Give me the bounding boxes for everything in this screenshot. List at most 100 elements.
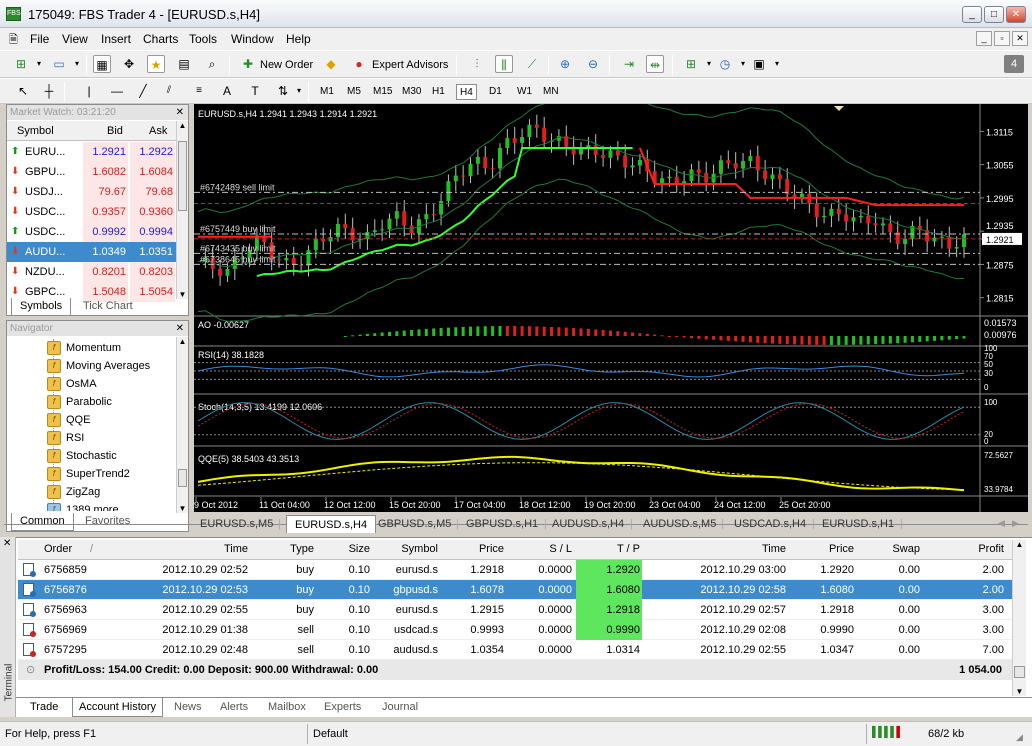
mdi-close-button[interactable]: ✕	[1012, 31, 1028, 46]
menu-tools[interactable]: Tools	[189, 32, 217, 46]
table-row[interactable]: 6756963 2012.10.29 02:55 buy 0.10 eurusd.s 1.…	[18, 600, 1024, 620]
col-symbol[interactable]: Symbol	[17, 121, 54, 141]
metaeditor-icon[interactable]: ◆	[322, 55, 340, 73]
chart-canvas[interactable]: #6742489 sell limit #6757449 buy limit #67…	[194, 94, 1028, 512]
timeframe-m1[interactable]: M1	[317, 84, 337, 100]
scroll-up-icon[interactable]: ▲	[177, 121, 188, 130]
navigator-icon[interactable]: ★	[147, 55, 165, 73]
expert-advisors-icon[interactable]: ●	[350, 55, 368, 73]
new-chart-dropdown-icon[interactable]: ▾	[30, 55, 48, 73]
tab-tick-chart[interactable]: Tick Chart	[75, 298, 141, 316]
col-header[interactable]: T / P	[617, 543, 640, 555]
chart-tab[interactable]: AUDUSD.s,M5	[643, 515, 716, 533]
menu-insert[interactable]: Insert	[101, 32, 131, 46]
chart-tab[interactable]: EURUSD.s,H1	[822, 515, 894, 533]
vertical-line-icon[interactable]: |	[80, 82, 98, 100]
tab-favorites[interactable]: Favorites	[77, 513, 138, 531]
market-watch-row[interactable]: ⬇ USDJ... 79.67 79.68	[7, 182, 177, 202]
col-header[interactable]: Symbol	[401, 543, 438, 555]
cursor-icon[interactable]: ↖	[14, 82, 32, 100]
table-row[interactable]: 6756969 2012.10.29 01:38 sell 0.10 usdcad.s 0…	[18, 620, 1024, 640]
table-row[interactable]: 6756859 2012.10.29 02:52 buy 0.10 eurusd.s 1.…	[18, 560, 1024, 580]
market-watch-icon[interactable]: ▦	[93, 55, 111, 73]
text-label-icon[interactable]: T	[246, 82, 264, 100]
zoom-in-icon[interactable]: ⊕	[556, 55, 574, 73]
close-icon[interactable]: ✕	[176, 321, 184, 336]
navigator-scrollbar[interactable]: ▲ ▼	[176, 337, 188, 513]
mdi-restore-button[interactable]: ▫	[994, 31, 1010, 46]
table-row[interactable]: 6756876 2012.10.29 02:53 buy 0.10 gbpusd.s 1.…	[18, 580, 1024, 600]
sort-icon[interactable]: /	[90, 543, 93, 555]
chart-tab[interactable]: AUDUSD.s,H4	[552, 515, 624, 533]
horizontal-line-icon[interactable]: —	[108, 82, 126, 100]
new-chart-icon[interactable]: ⊞	[12, 55, 30, 73]
market-watch-scrollbar[interactable]: ▲ ▼	[176, 121, 188, 299]
navigator-item[interactable]: f OsMA	[47, 375, 97, 393]
timeframe-w1[interactable]: W1	[514, 84, 535, 100]
line-chart-icon[interactable]: ⟋	[523, 55, 541, 73]
crosshair-icon[interactable]: ┼	[40, 82, 58, 100]
timeframe-h1[interactable]: H1	[429, 84, 448, 100]
bar-chart-icon[interactable]: ⫶	[468, 55, 486, 73]
col-ask[interactable]: Ask	[149, 121, 167, 141]
market-watch-row[interactable]: ⬇ NZDU... 0.8201 0.8203	[7, 262, 177, 282]
templates-icon[interactable]: ▣	[750, 55, 768, 73]
scroll-up-icon[interactable]: ▲	[177, 337, 188, 346]
profiles-icon[interactable]: ▭	[50, 55, 68, 73]
scroll-thumb[interactable]	[178, 141, 187, 211]
expert-advisors-button[interactable]: Expert Advisors	[372, 59, 448, 71]
notification-badge[interactable]: 4	[1004, 55, 1024, 73]
navigator-item[interactable]: f SuperTrend2	[47, 465, 130, 483]
col-header[interactable]: Type	[290, 543, 314, 555]
arrows-dropdown-icon[interactable]: ▾	[290, 82, 308, 100]
tab-scroll-left-icon[interactable]: ◀	[998, 518, 1005, 529]
trendline-icon[interactable]: ╱	[134, 82, 152, 100]
market-watch-row[interactable]: ⬆ USDC... 0.9992 0.9994	[7, 222, 177, 242]
chart-tab[interactable]: EURUSD.s,M5	[200, 515, 273, 533]
tab-news[interactable]: News	[174, 697, 202, 717]
col-header[interactable]: S / L	[549, 543, 572, 555]
col-header[interactable]: Profit	[978, 543, 1004, 555]
fibonacci-icon[interactable]: ≡	[190, 82, 208, 100]
menu-charts[interactable]: Charts	[143, 32, 178, 46]
col-header[interactable]: Price	[829, 543, 854, 555]
scroll-down-icon[interactable]: ▼	[1013, 687, 1026, 696]
close-icon[interactable]: ✕	[176, 105, 184, 120]
new-order-button[interactable]: New Order	[260, 59, 313, 71]
navigator-item[interactable]: f ZigZag	[47, 483, 100, 501]
terminal-close-icon[interactable]: ✕	[3, 538, 11, 549]
navigator-item[interactable]: f Parabolic	[47, 393, 112, 411]
menu-view[interactable]: View	[62, 32, 88, 46]
table-row[interactable]: 6757295 2012.10.29 02:48 sell 0.10 audusd.s 1…	[18, 640, 1024, 660]
col-header[interactable]: Order	[44, 543, 72, 555]
autoscroll-icon[interactable]: ⇥	[620, 55, 638, 73]
tab-experts[interactable]: Experts	[324, 697, 361, 717]
timeframe-m30[interactable]: M30	[399, 84, 424, 100]
navigator-item[interactable]: f QQE	[47, 411, 90, 429]
indicators-icon[interactable]: ⊞	[682, 55, 700, 73]
menu-window[interactable]: Window	[231, 32, 274, 46]
timeframe-m15[interactable]: M15	[370, 84, 395, 100]
scroll-thumb[interactable]	[178, 469, 187, 487]
tab-symbols[interactable]: Symbols	[11, 298, 72, 316]
market-watch-row[interactable]: ⬇ GBPU... 1.6082 1.6084	[7, 162, 177, 182]
market-watch-row[interactable]: ⬆ EURU... 1.2921 1.2922	[7, 142, 177, 162]
chart-tab[interactable]: USDCAD.s,H4	[734, 515, 806, 533]
timeframe-m5[interactable]: M5	[344, 84, 364, 100]
chart-tab[interactable]: EURUSD.s,H4	[286, 515, 377, 533]
timeframe-mn[interactable]: MN	[540, 84, 562, 100]
scroll-down-icon[interactable]: ▼	[177, 290, 188, 299]
templates-dropdown-icon[interactable]: ▾	[768, 55, 786, 73]
chart-tab[interactable]: GBPUSD.s,H1	[466, 515, 538, 533]
scroll-thumb[interactable]	[1014, 666, 1025, 678]
col-header[interactable]: Price	[479, 543, 504, 555]
text-tool-icon[interactable]: A	[218, 82, 236, 100]
tab-alerts[interactable]: Alerts	[220, 697, 248, 717]
market-watch-row[interactable]: ⬇ USDC... 0.9357 0.9360	[7, 202, 177, 222]
data-window-icon[interactable]: ✥	[120, 55, 138, 73]
minimize-button[interactable]: _	[962, 6, 982, 23]
tab-scroll-right-icon[interactable]: ▶	[1012, 518, 1019, 529]
price-chart[interactable]: #6742489 sell limit #6757449 buy limit #67…	[194, 94, 1028, 512]
channel-icon[interactable]: ⫽	[160, 82, 178, 100]
timeframe-d1[interactable]: D1	[486, 84, 505, 100]
